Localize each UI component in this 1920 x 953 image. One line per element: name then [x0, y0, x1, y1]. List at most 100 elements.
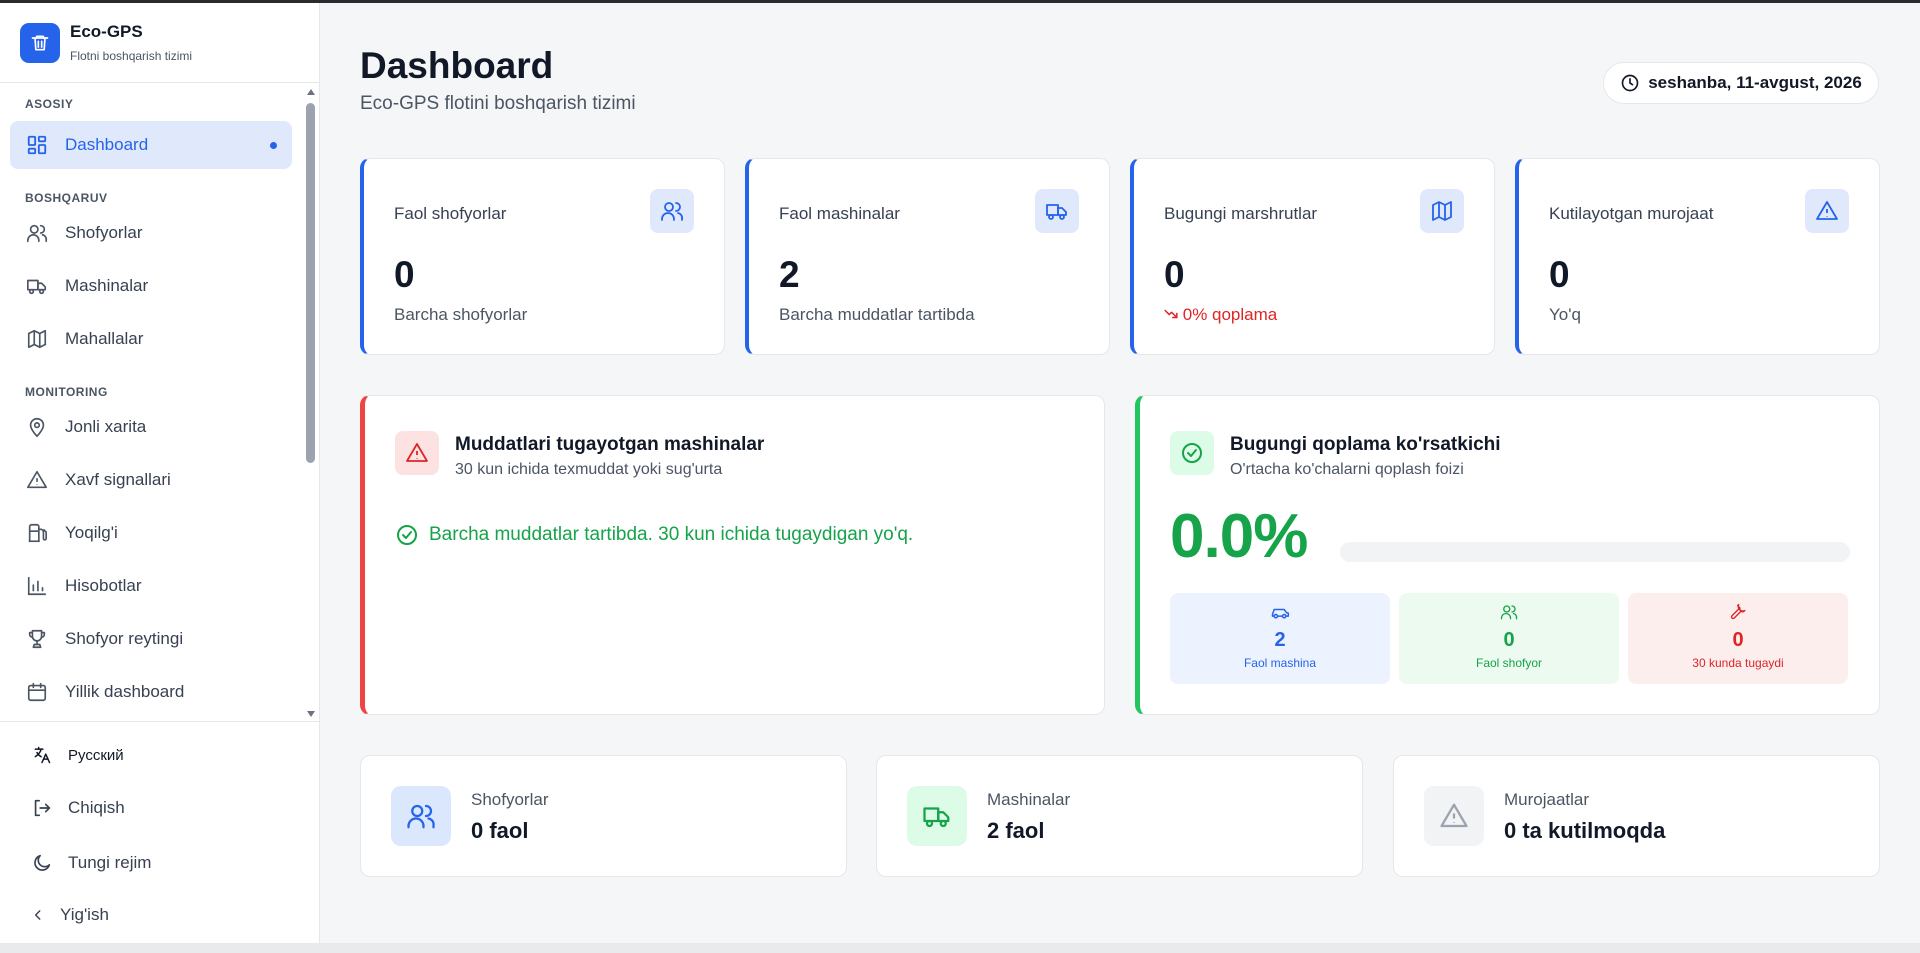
- summary-label: Mashinalar: [987, 790, 1071, 809]
- window-top-border: [0, 0, 1920, 3]
- users-icon: [650, 189, 694, 233]
- sidebar-scrollbar[interactable]: [304, 87, 318, 719]
- sidebar-item-shofyor-reytingi[interactable]: Shofyor reytingi: [10, 615, 292, 663]
- sidebar-item-label: Jonli xarita: [65, 417, 147, 436]
- summary-card-murojaatlar[interactable]: Murojaatlar 0 ta kutilmoqda: [1393, 755, 1880, 877]
- app-name: Eco-GPS: [70, 22, 143, 41]
- sidebar-item-label: Yillik dashboard: [65, 682, 185, 701]
- logout-label: Chiqish: [68, 797, 125, 817]
- panel-title: Muddatlari tugayotgan mashinalar: [455, 434, 765, 455]
- summary-card-mashinalar[interactable]: Mashinalar 2 faol: [876, 755, 1363, 877]
- tile-30-kunda-tugaydi: 0 30 kunda tugaydi: [1628, 593, 1848, 684]
- trophy-icon: [25, 627, 49, 651]
- fuel-icon: [25, 521, 49, 545]
- calendar-icon: [25, 680, 49, 704]
- scroll-up-arrow-icon[interactable]: [307, 89, 315, 95]
- dashboard-icon: [25, 133, 49, 157]
- panel-subtitle: 30 kun ichida texmuddat yoki sug'urta: [455, 461, 723, 478]
- tile-value: 0: [1732, 629, 1744, 651]
- stat-subtext-trend: 0% qoplama: [1164, 305, 1277, 325]
- scroll-thumb[interactable]: [306, 103, 315, 463]
- clock-icon: [1620, 73, 1640, 93]
- stat-subtext: Barcha shofyorlar: [394, 305, 528, 324]
- main-content: Dashboard Eco-GPS flotini boshqarish tiz…: [320, 3, 1920, 953]
- language-label: Русский: [68, 746, 124, 764]
- sidebar-item-hisobotlar[interactable]: Hisobotlar: [10, 562, 292, 610]
- sidebar-item-label: Shofyorlar: [65, 223, 143, 242]
- users-icon: [25, 221, 49, 245]
- summary-label: Shofyorlar: [471, 790, 549, 809]
- tile-label: Faol shofyor: [1475, 656, 1543, 670]
- expiring-vehicles-panel: Muddatlari tugayotgan mashinalar 30 kun …: [360, 395, 1105, 715]
- stat-label: Faol mashinalar: [779, 204, 900, 223]
- page-title: Dashboard: [360, 45, 554, 86]
- summary-value: 0 ta kutilmoqda: [1504, 818, 1666, 843]
- sidebar-item-label: Hisobotlar: [65, 576, 142, 595]
- sidebar-item-label: Mahallalar: [65, 329, 144, 348]
- active-indicator-dot: [270, 142, 277, 149]
- tile-value: 0: [1503, 629, 1515, 651]
- date-badge: seshanba, 11-avgust, 2026: [1603, 62, 1879, 104]
- brand[interactable]: Eco-GPS Flotni boshqarish tizimi: [0, 3, 319, 83]
- app-subtitle: Flotni boshqarish tizimi: [70, 49, 193, 63]
- nav-section-monitoring: MONITORING: [25, 385, 108, 399]
- users-icon: [1399, 603, 1619, 621]
- sidebar-item-label: Dashboard: [65, 135, 149, 154]
- all-ok-message: Barcha muddatlar tartibda. 30 kun ichida…: [395, 523, 913, 547]
- night-mode-toggle[interactable]: Tungi rejim: [0, 835, 319, 890]
- moon-icon: [30, 851, 54, 875]
- sidebar-item-xavf-signallari[interactable]: Xavf signallari: [10, 456, 292, 504]
- sidebar-item-dashboard[interactable]: Dashboard: [10, 121, 292, 169]
- all-ok-text: Barcha muddatlar tartibda. 30 kun ichida…: [429, 524, 914, 545]
- trend-down-icon: [1164, 305, 1183, 324]
- sidebar: Eco-GPS Flotni boshqarish tizimi ASOSIY …: [0, 3, 320, 953]
- tile-faol-mashina: 2 Faol mashina: [1170, 593, 1390, 684]
- night-mode-label: Tungi rejim: [68, 852, 152, 872]
- panel-title: Bugungi qoplama ko'rsatkichi: [1230, 434, 1501, 455]
- truck-icon: [907, 786, 967, 846]
- panel-subtitle: O'rtacha ko'chalarni qoplash foizi: [1230, 461, 1464, 478]
- stat-label: Bugungi marshrutlar: [1164, 204, 1318, 223]
- check-circle-icon: [395, 523, 419, 547]
- sidebar-item-jonli-xarita[interactable]: Jonli xarita: [10, 403, 292, 451]
- coverage-percent: 0.0%: [1170, 502, 1308, 571]
- bar-chart-icon: [25, 574, 49, 598]
- sidebar-item-yoqilgi[interactable]: Yoqilg'i: [10, 509, 292, 557]
- date-text: seshanba, 11-avgust, 2026: [1648, 73, 1862, 92]
- tile-label: 30 kunda tugaydi: [1692, 656, 1784, 670]
- check-circle-icon: [1170, 431, 1214, 475]
- stat-card-faol-mashinalar[interactable]: Faol mashinalar 2 Barcha muddatlar tarti…: [745, 158, 1110, 355]
- sidebar-item-shofyorlar[interactable]: Shofyorlar: [10, 209, 292, 257]
- stat-value: 0: [1164, 254, 1185, 295]
- trash-icon: [20, 22, 60, 63]
- collapse-sidebar-button[interactable]: Yig'ish: [0, 890, 319, 940]
- sidebar-item-label: Shofyor reytingi: [65, 629, 184, 648]
- logout-button[interactable]: Chiqish: [0, 780, 319, 835]
- collapse-label: Yig'ish: [60, 905, 109, 924]
- sidebar-item-label: Xavf signallari: [65, 470, 171, 489]
- sidebar-item-mashinalar[interactable]: Mashinalar: [10, 262, 292, 310]
- coverage-progress-bar: [1340, 542, 1850, 562]
- wrench-icon: [1628, 603, 1848, 621]
- page-subtitle: Eco-GPS flotini boshqarish tizimi: [360, 93, 636, 114]
- summary-card-shofyorlar[interactable]: Shofyorlar 0 faol: [360, 755, 847, 877]
- sidebar-item-mahallalar[interactable]: Mahallalar: [10, 315, 292, 363]
- language-switch[interactable]: Русский: [0, 730, 319, 780]
- warning-icon: [1424, 786, 1484, 846]
- tile-label: Faol mashina: [1243, 656, 1317, 670]
- scroll-down-arrow-icon[interactable]: [307, 711, 315, 717]
- coverage-panel: Bugungi qoplama ko'rsatkichi O'rtacha ko…: [1135, 395, 1880, 715]
- sidebar-item-label: Mashinalar: [65, 276, 149, 295]
- stat-card-bugungi-marshrutlar[interactable]: Bugungi marshrutlar 0 0% qoplama: [1130, 158, 1495, 355]
- map-pin-icon: [25, 415, 49, 439]
- stat-value: 0: [1549, 254, 1570, 295]
- map-icon: [1420, 189, 1464, 233]
- sidebar-item-yillik-dashboard[interactable]: Yillik dashboard: [10, 668, 292, 716]
- logout-icon: [30, 796, 54, 820]
- window-bottom-strip: [0, 943, 1920, 953]
- warning-icon: [25, 468, 49, 492]
- stat-subtext: Yo'q: [1549, 305, 1581, 324]
- stat-card-kutilayotgan-murojaat[interactable]: Kutilayotgan murojaat 0 Yo'q: [1515, 158, 1880, 355]
- car-icon: [1170, 603, 1390, 621]
- stat-card-faol-shofyorlar[interactable]: Faol shofyorlar 0 Barcha shofyorlar: [360, 158, 725, 355]
